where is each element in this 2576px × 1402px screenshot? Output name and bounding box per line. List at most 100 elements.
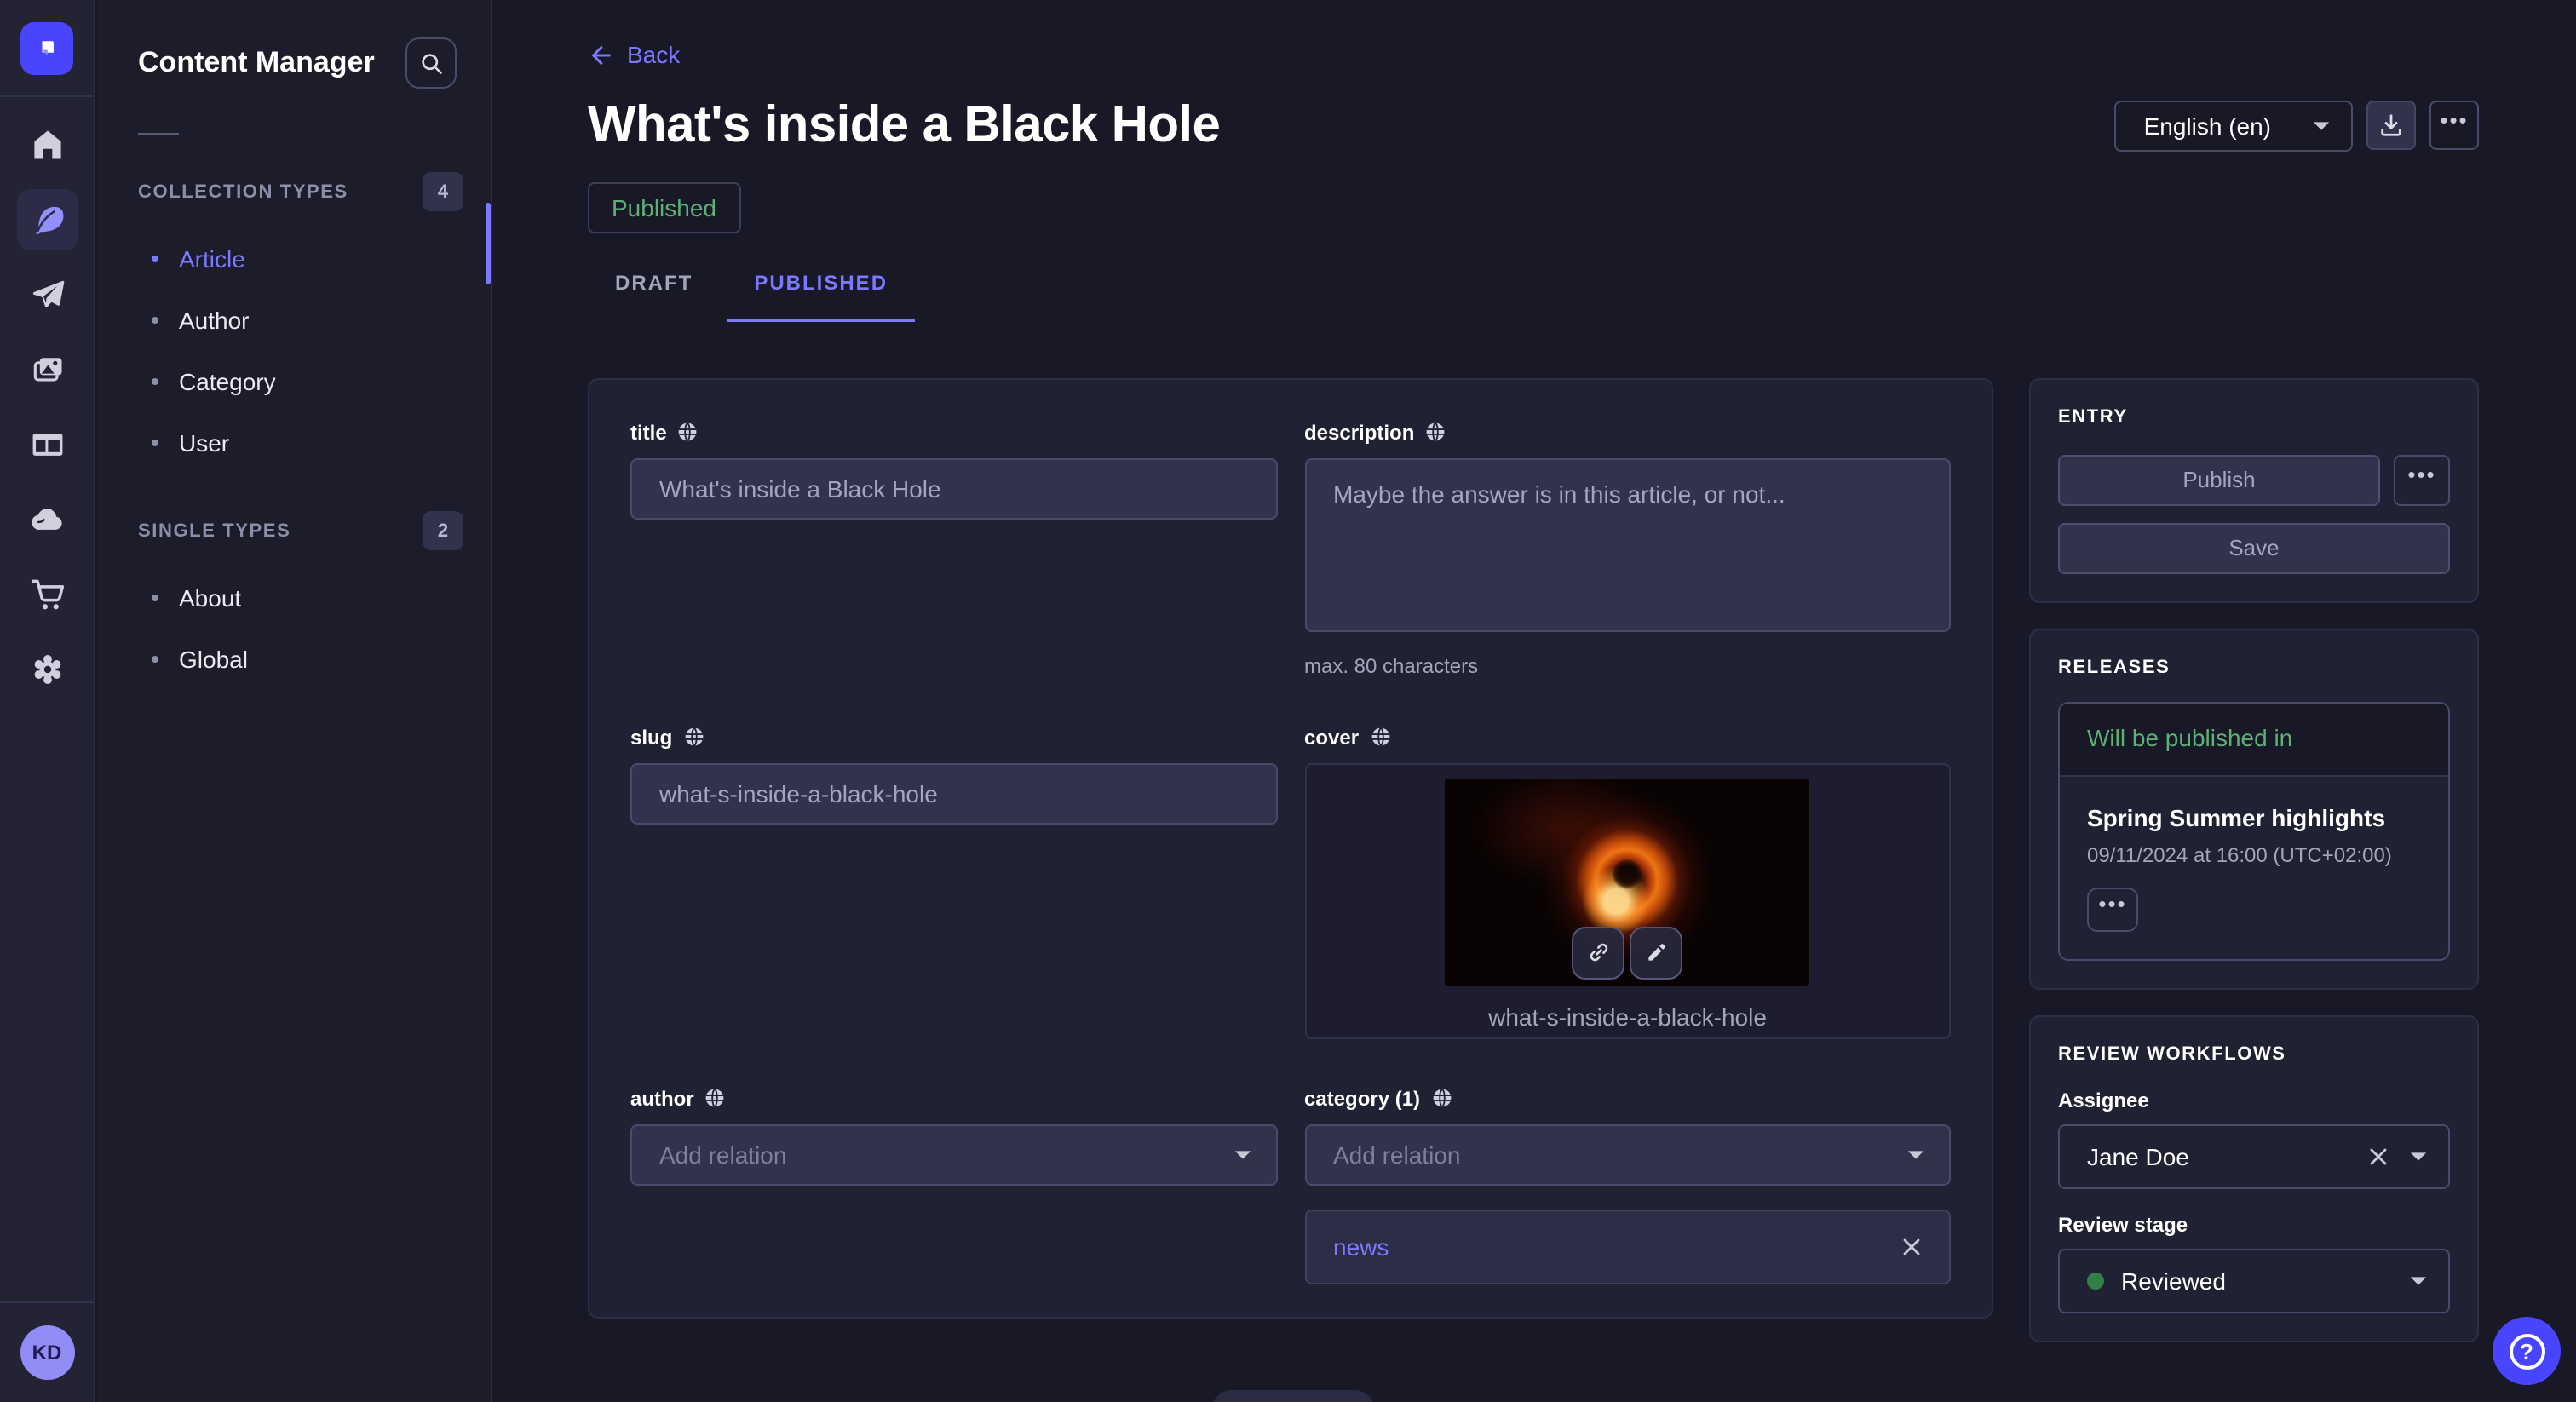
rail-media-library-button[interactable] <box>16 339 78 400</box>
category-relation-item: news <box>1304 1209 1951 1284</box>
link-icon <box>1587 940 1611 964</box>
bullet-icon <box>152 656 158 663</box>
sidebar-item-user[interactable]: User <box>97 412 491 474</box>
review-stage-combobox[interactable]: Reviewed <box>2058 1248 2450 1313</box>
sidebar-item-category[interactable]: Category <box>97 351 491 412</box>
slug-field: slug <box>630 725 1277 1038</box>
paper-plane-icon <box>28 276 66 313</box>
layout-icon <box>28 426 66 463</box>
rail-marketplace-button[interactable] <box>16 564 78 625</box>
author-relation-select[interactable]: Add relation <box>630 1123 1277 1185</box>
chevron-down-icon <box>1906 1147 1925 1161</box>
help-button[interactable]: ? <box>2493 1317 2561 1385</box>
section-count-badge: 4 <box>423 172 463 211</box>
bullet-icon <box>152 317 158 324</box>
single-types-section: SINGLE TYPES 2 About Global <box>97 511 491 690</box>
header-more-button[interactable]: ••• <box>2429 101 2479 150</box>
rail-content-type-builder-button[interactable] <box>16 414 78 475</box>
release-name[interactable]: Spring Summer highlights <box>2087 803 2421 830</box>
bullet-icon <box>152 256 158 262</box>
remove-relation-icon[interactable] <box>1901 1236 1922 1256</box>
release-card: Will be published in Spring Summer highl… <box>2058 701 2450 960</box>
title-input[interactable] <box>630 457 1277 519</box>
section-label: SINGLE TYPES <box>138 520 290 541</box>
edit-cover-button[interactable] <box>1630 926 1683 979</box>
locale-value: English (en) <box>2144 112 2271 139</box>
sidebar-item-about[interactable]: About <box>97 567 491 629</box>
rail-user-area: KD <box>0 1301 94 1402</box>
nav-rail: KD <box>0 0 95 1402</box>
subnav: Content Manager COLLECTION TYPES 4 Artic… <box>97 0 492 1402</box>
download-button[interactable] <box>2366 101 2416 150</box>
release-date: 09/11/2024 at 16:00 (UTC+02:00) <box>2087 842 2421 866</box>
category-relation-select[interactable]: Add relation <box>1304 1123 1951 1185</box>
chevron-down-icon <box>2409 1273 2428 1287</box>
section-label: COLLECTION TYPES <box>138 181 348 202</box>
sidebar-item-global[interactable]: Global <box>97 629 491 690</box>
cover-asset-card: what-s-inside-a-black-hole <box>1304 762 1951 1038</box>
entry-panel-heading: ENTRY <box>2058 406 2450 427</box>
scrollbar-thumb[interactable] <box>486 203 491 284</box>
globe-icon <box>682 726 704 748</box>
strapi-logo[interactable] <box>20 22 73 75</box>
sidebar-item-author[interactable]: Author <box>97 290 491 351</box>
download-icon <box>2378 112 2404 138</box>
page-title: What's inside a Black Hole <box>588 96 1220 154</box>
release-status: Will be published in <box>2087 723 2292 750</box>
chevron-down-icon <box>2409 1149 2428 1163</box>
description-field: description Maybe the answer is in this … <box>1304 420 1951 677</box>
main-content: Back What's inside a Black Hole English … <box>494 0 2576 1402</box>
entry-more-button[interactable]: ••• <box>2394 454 2450 505</box>
partial-bottom-button[interactable] <box>1211 1390 1375 1402</box>
rail-nav <box>16 97 78 1301</box>
relation-news-link[interactable]: news <box>1333 1232 1389 1260</box>
bullet-icon <box>152 440 158 446</box>
save-button[interactable]: Save <box>2058 522 2450 573</box>
gear-icon <box>28 651 66 688</box>
cover-filename: what-s-inside-a-black-hole <box>1488 1003 1767 1030</box>
app-window: KD Content Manager COLLECTION TYPES 4 <box>0 0 2576 1402</box>
globe-icon <box>1430 1087 1452 1109</box>
releases-panel: RELEASES Will be published in Spring Sum… <box>2029 628 2479 989</box>
globe-icon <box>677 421 699 443</box>
rail-releases-button[interactable] <box>16 264 78 325</box>
tab-draft[interactable]: DRAFT <box>588 270 720 321</box>
globe-icon <box>1424 421 1446 443</box>
bullet-icon <box>152 378 158 385</box>
bullet-icon <box>152 595 158 601</box>
feather-icon <box>28 201 66 238</box>
rail-home-button[interactable] <box>16 114 78 175</box>
divider <box>138 133 179 135</box>
assignee-label: Assignee <box>2058 1088 2450 1112</box>
title-field: title <box>630 420 1277 677</box>
avatar[interactable]: KD <box>20 1325 74 1380</box>
rail-content-manager-button[interactable] <box>16 189 78 250</box>
rail-settings-button[interactable] <box>16 639 78 700</box>
slug-input[interactable] <box>630 762 1277 824</box>
review-panel-heading: REVIEW WORKFLOWS <box>2058 1043 2450 1064</box>
releases-panel-heading: RELEASES <box>2058 657 2450 677</box>
locale-select[interactable]: English (en) <box>2115 100 2353 151</box>
assignee-combobox[interactable]: Jane Doe <box>2058 1123 2450 1188</box>
cover-field: cover <box>1304 725 1951 1038</box>
version-tabs: DRAFT PUBLISHED <box>588 270 2479 321</box>
rail-deploy-button[interactable] <box>16 489 78 550</box>
publish-button[interactable]: Publish <box>2058 454 2380 505</box>
back-link[interactable]: Back <box>588 41 680 68</box>
copy-link-button[interactable] <box>1573 926 1625 979</box>
stage-status-dot <box>2087 1272 2104 1289</box>
pencil-icon <box>1645 940 1669 964</box>
strapi-logo-icon <box>31 32 63 65</box>
sidebar-item-article[interactable]: Article <box>97 228 491 290</box>
entry-form-card: title description <box>588 377 1993 1318</box>
side-panels: ENTRY Publish ••• Save RELEASES Will be … <box>2029 377 2479 1342</box>
clear-icon[interactable] <box>2368 1146 2389 1166</box>
ellipsis-icon: ••• <box>2098 893 2126 925</box>
tab-published[interactable]: PUBLISHED <box>727 270 915 321</box>
description-textarea[interactable]: Maybe the answer is in this article, or … <box>1304 457 1951 631</box>
assignee-value: Jane Doe <box>2087 1142 2189 1169</box>
review-workflows-panel: REVIEW WORKFLOWS Assignee Jane Doe <box>2029 1014 2479 1342</box>
search-button[interactable] <box>405 37 457 89</box>
ellipsis-icon: ••• <box>2440 109 2468 141</box>
release-more-button[interactable]: ••• <box>2087 887 2138 931</box>
